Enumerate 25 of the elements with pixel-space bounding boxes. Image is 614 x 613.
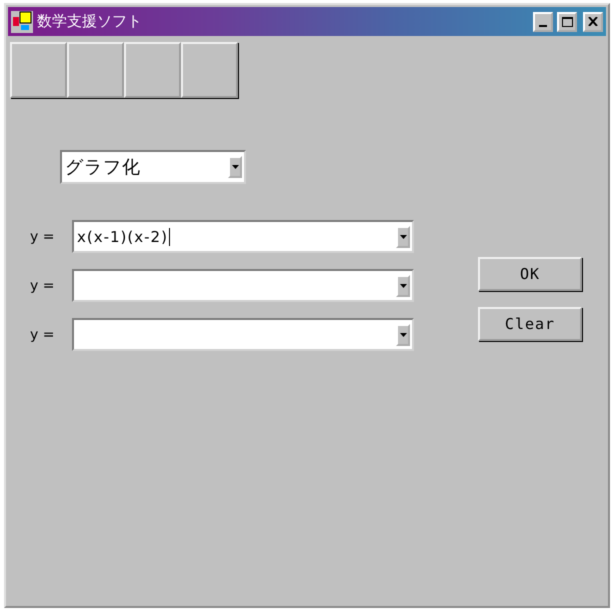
dropdown-arrow-icon <box>232 165 238 169</box>
toolbar-button[interactable] <box>124 42 181 98</box>
app-icon <box>11 10 33 32</box>
dropdown-arrow-icon <box>400 234 406 238</box>
minimize-button[interactable] <box>533 12 553 32</box>
toolbar-button[interactable] <box>10 42 67 98</box>
equation-combo-field[interactable] <box>72 318 414 351</box>
dialog-button[interactable]: OK <box>478 257 582 291</box>
equation-label: y = <box>30 326 56 342</box>
minimize-icon <box>539 24 547 26</box>
maximize-button[interactable] <box>557 12 577 32</box>
equation-combo-field[interactable] <box>72 269 414 302</box>
close-icon <box>588 17 598 26</box>
equation-label: y = <box>30 228 56 244</box>
dialog-button[interactable]: Clear <box>478 307 582 341</box>
equation-label: y = <box>30 278 56 294</box>
toolbar-button[interactable] <box>181 42 238 98</box>
toolbar-button[interactable] <box>67 42 124 98</box>
equation-combo-field[interactable]: x(x-1)(x-2) <box>72 220 414 253</box>
close-button[interactable] <box>583 12 603 32</box>
window-title: 数学支援ソフト <box>37 12 143 31</box>
mode-dropdown[interactable]: グラフ化 <box>60 150 246 184</box>
maximize-icon <box>562 16 572 26</box>
dropdown-arrow-icon <box>400 332 406 336</box>
dropdown-arrow-icon <box>400 284 406 288</box>
